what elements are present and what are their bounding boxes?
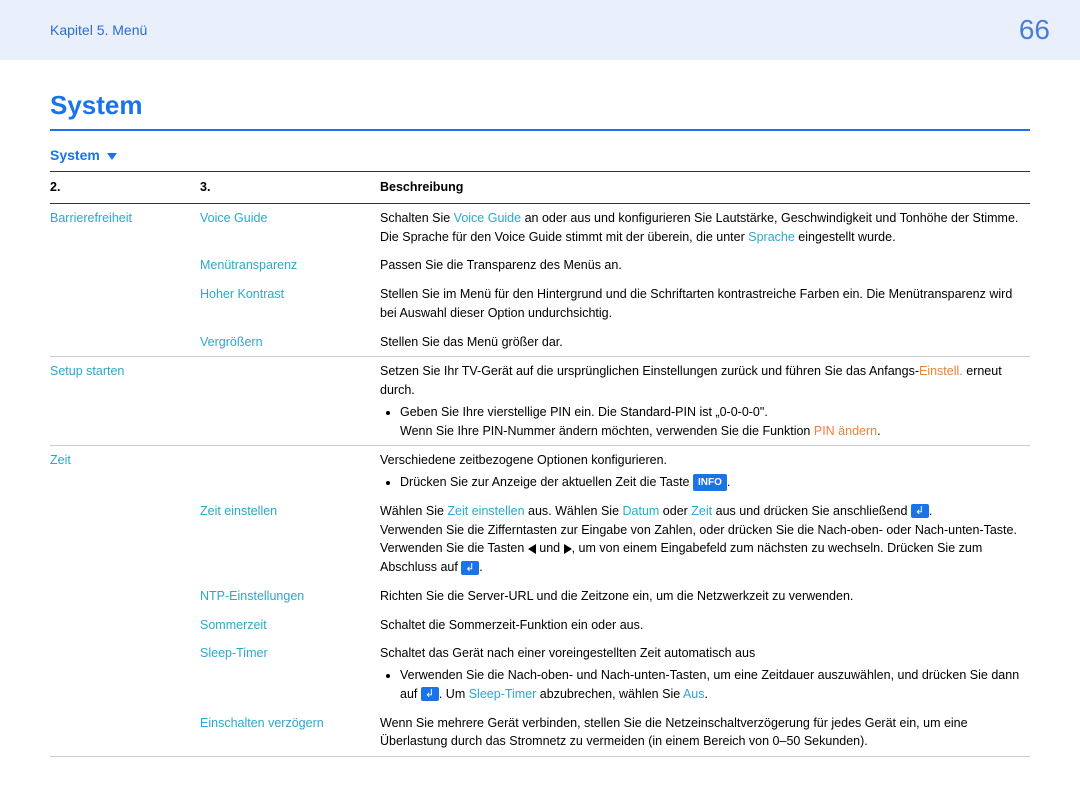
triangle-down-icon	[107, 153, 117, 160]
cell-zeit: Zeit	[50, 446, 200, 757]
enter-icon	[421, 687, 439, 701]
enter-icon	[461, 561, 479, 575]
cell-desc: Setzen Sie Ihr TV-Gerät auf die ursprüng…	[380, 357, 1030, 446]
cell-menutransparenz: Menütransparenz	[200, 251, 380, 280]
cell-einschalten: Einschalten verzögern	[200, 709, 380, 757]
cell-barrierefreiheit: Barrierefreiheit	[50, 203, 200, 357]
settings-table: 2. 3. Beschreibung Barrierefreiheit Voic…	[50, 171, 1030, 757]
table-row: Barrierefreiheit Voice Guide Schalten Si…	[50, 203, 1030, 251]
sub-heading-text: System	[50, 147, 100, 163]
cell-setup: Setup starten	[50, 357, 200, 446]
content-area: System System 2. 3. Beschreibung Barrier…	[0, 60, 1080, 787]
cell-desc: Wählen Sie Zeit einstellen aus. Wählen S…	[380, 497, 1030, 582]
cell-ntp: NTP-Einstellungen	[200, 582, 380, 611]
cell-desc: Richten Sie die Server-URL und die Zeitz…	[380, 582, 1030, 611]
list-item: Drücken Sie zur Anzeige der aktuellen Ze…	[400, 473, 1022, 492]
page-number: 66	[1019, 14, 1050, 46]
cell-voice-guide: Voice Guide	[200, 203, 380, 251]
cell-hoher-kontrast: Hoher Kontrast	[200, 280, 380, 328]
cell-sommerzeit: Sommerzeit	[200, 611, 380, 640]
cell-zeit-einstellen: Zeit einstellen	[200, 497, 380, 582]
table-row: Zeit Verschiedene zeitbezogene Optionen …	[50, 446, 1030, 497]
cell-desc: Passen Sie die Transparenz des Menüs an.	[380, 251, 1030, 280]
cell-vergroessern: Vergrößern	[200, 328, 380, 357]
cell-desc: Schalten Sie Voice Guide an oder aus und…	[380, 203, 1030, 251]
enter-icon	[911, 504, 929, 518]
cell-desc: Stellen Sie im Menü für den Hintergrund …	[380, 280, 1030, 328]
main-title: System	[50, 90, 1030, 131]
system-heading: System	[50, 147, 1030, 163]
col-header-2: 2.	[50, 172, 200, 204]
list-item: Geben Sie Ihre vierstellige PIN ein. Die…	[400, 403, 1022, 441]
triangle-right-icon	[564, 544, 572, 554]
table-header-row: 2. 3. Beschreibung	[50, 172, 1030, 204]
chapter-label: Kapitel 5. Menü	[50, 22, 147, 38]
cell-sleep: Sleep-Timer	[200, 639, 380, 708]
page-header: Kapitel 5. Menü 66	[0, 0, 1080, 60]
cell-desc: Schaltet die Sommerzeit-Funktion ein ode…	[380, 611, 1030, 640]
cell-desc: Stellen Sie das Menü größer dar.	[380, 328, 1030, 357]
triangle-left-icon	[528, 544, 536, 554]
info-badge-icon: INFO	[693, 474, 727, 491]
cell-desc: Schaltet das Gerät nach einer voreingest…	[380, 639, 1030, 708]
col-header-desc: Beschreibung	[380, 172, 1030, 204]
col-header-3: 3.	[200, 172, 380, 204]
list-item: Verwenden Sie die Nach-oben- und Nach-un…	[400, 666, 1022, 704]
cell-desc: Wenn Sie mehrere Gerät verbinden, stelle…	[380, 709, 1030, 757]
cell-desc: Verschiedene zeitbezogene Optionen konfi…	[380, 446, 1030, 497]
table-row: Setup starten Setzen Sie Ihr TV-Gerät au…	[50, 357, 1030, 446]
